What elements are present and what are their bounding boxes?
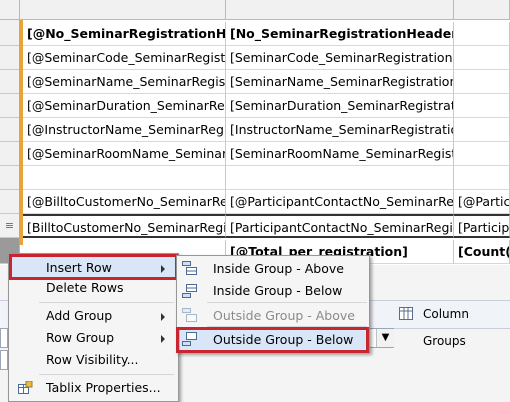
row-handle[interactable]: [0, 190, 20, 214]
submenu-item-inside-above[interactable]: Inside Group - Above: [213, 258, 344, 280]
table-cell[interactable]: [BilltoCustomerNo_SeminarRegistrationLin…: [23, 214, 226, 238]
insert-inside-below-icon: [182, 284, 197, 301]
table-cell[interactable]: [454, 46, 510, 70]
table-cell[interactable]: [454, 166, 510, 190]
corner-handle[interactable]: [0, 0, 20, 20]
column-groups-label: Column Groups: [423, 307, 469, 348]
table-cell[interactable]: [SeminarName_SeminarRegistrationHeader]: [226, 70, 454, 94]
tablix-grid: ≡ [@No_SeminarRegistrationHeader] [No_Se…: [0, 0, 510, 265]
row-handle[interactable]: [0, 20, 20, 46]
table-cell[interactable]: [454, 22, 510, 46]
table-cell[interactable]: [InstructorName_SeminarRegistrationHeade…: [226, 118, 454, 142]
table-cell[interactable]: [Count(ParticipantName)]: [454, 240, 510, 264]
table-cell[interactable]: [SeminarDuration_SeminarRegistrationHead…: [226, 94, 454, 118]
table-cell[interactable]: [@ParticipantName]: [454, 190, 510, 214]
row-groups-field[interactable]: [0, 328, 8, 348]
table-cell[interactable]: [@SeminarName_SeminarRegistrationHeader]: [23, 70, 226, 94]
submenu-item-outside-above: Outside Group - Above: [213, 308, 355, 323]
table-cell[interactable]: [@No_SeminarRegistrationHeader]: [23, 22, 226, 46]
table-cell[interactable]: [@SeminarDuration_SeminarRegistrationHea…: [23, 94, 226, 118]
table-cell[interactable]: [SeminarCode_SeminarRegistrationHeader]: [226, 46, 454, 70]
row-handle[interactable]: [0, 94, 20, 118]
table-cell[interactable]: [No_SeminarRegistrationHeader]: [226, 22, 454, 46]
table-cell[interactable]: [@BilltoCustomerNo_SeminarRegistrationLi…: [23, 190, 226, 214]
table-cell[interactable]: [226, 166, 454, 190]
table-cell[interactable]: [@SeminarCode_SeminarRegistrationHeader]: [23, 46, 226, 70]
menu-item-delete-rows[interactable]: Delete Rows: [46, 277, 124, 299]
row-handle[interactable]: [0, 142, 20, 166]
insert-outside-above-icon: [182, 308, 197, 325]
table-cell[interactable]: [454, 118, 510, 142]
table-cell[interactable]: [@InstructorName_SeminarRegistrationHead…: [23, 118, 226, 142]
table-cell[interactable]: [ParticipantName]: [454, 214, 510, 238]
table-cell[interactable]: [454, 70, 510, 94]
details-row-icon[interactable]: ≡: [0, 214, 20, 238]
insert-inside-above-icon: [182, 261, 197, 278]
menu-separator: [39, 302, 174, 303]
table-cell[interactable]: [@SeminarRoomName_SeminarRegistrationHea…: [23, 142, 226, 166]
submenu-item-inside-below[interactable]: Inside Group - Below: [213, 280, 342, 302]
table-cell[interactable]: [23, 166, 226, 190]
column-groups-icon: [399, 307, 413, 320]
column-handle-2[interactable]: [226, 0, 454, 20]
submenu-arrow-icon: [161, 335, 165, 343]
row-handle[interactable]: [0, 118, 20, 142]
row-handle[interactable]: [0, 70, 20, 94]
menu-item-row-group[interactable]: Row Group: [46, 327, 114, 349]
table-cell[interactable]: [@ParticipantContactNo_SeminarRegistrati…: [226, 190, 454, 214]
highlight-box-outside-below: [176, 327, 369, 353]
submenu-arrow-icon: [161, 313, 165, 321]
menu-separator: [207, 302, 367, 303]
table-cell[interactable]: [SeminarRoomName_SeminarRegistrationHead…: [226, 142, 454, 166]
column-handle-3[interactable]: [454, 0, 510, 20]
column-handle-1[interactable]: [20, 0, 226, 20]
table-cell[interactable]: [454, 142, 510, 166]
table-cell[interactable]: [454, 94, 510, 118]
chevron-down-icon[interactable]: ▼: [376, 329, 394, 347]
highlight-box-insert-row: [9, 254, 178, 280]
menu-item-row-visibility[interactable]: Row Visibility...: [46, 349, 139, 371]
menu-item-tablix-properties[interactable]: Tablix Properties...: [46, 377, 161, 399]
menu-separator: [39, 374, 174, 375]
menu-item-add-group[interactable]: Add Group: [46, 305, 112, 327]
table-cell[interactable]: [ParticipantContactNo_SeminarRegistratio…: [226, 214, 454, 238]
row-handle[interactable]: [0, 166, 20, 190]
tablix-properties-icon: [18, 380, 33, 395]
row-groups-field-2[interactable]: [0, 350, 8, 370]
column-groups-field[interactable]: ▼: [367, 328, 394, 348]
row-handle[interactable]: [0, 46, 20, 70]
